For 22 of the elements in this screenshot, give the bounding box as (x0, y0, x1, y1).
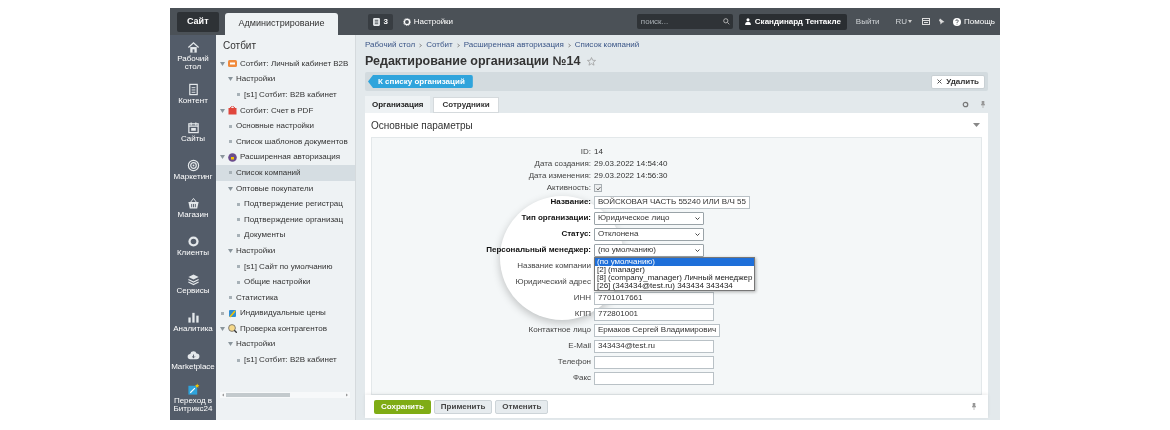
field-label: Телефон (556, 356, 592, 368)
page-title: Редактирование организации №14 (365, 52, 581, 70)
field-label: Факс (571, 372, 592, 384)
field-value: 29.03.2022 14:56:30 (594, 170, 668, 182)
field-label: Активность: (545, 182, 592, 194)
section-title: Основные параметры (371, 118, 473, 133)
field-label: Дата создания: (533, 158, 592, 170)
field-value: 29.03.2022 14:54:40 (594, 158, 668, 170)
field-label: Дата изменения: (527, 170, 592, 182)
field-label: Персональный менеджер: (485, 244, 592, 256)
field-label: E-Mail (567, 340, 592, 352)
field-label: Тип организации: (520, 212, 592, 224)
field-label: Название: (549, 196, 592, 208)
field-label: ИНН (572, 292, 592, 304)
field-label: Статус: (560, 228, 592, 240)
field-label: ID: (579, 146, 592, 158)
field-label: Название компании (516, 260, 592, 272)
field-value: 14 (594, 146, 603, 158)
field-label: Юридический адрес (514, 276, 592, 288)
sidebar-title: Сотбит (222, 40, 258, 53)
field-label: Контактное лицо (527, 324, 592, 336)
field-label: КПП (573, 308, 592, 320)
